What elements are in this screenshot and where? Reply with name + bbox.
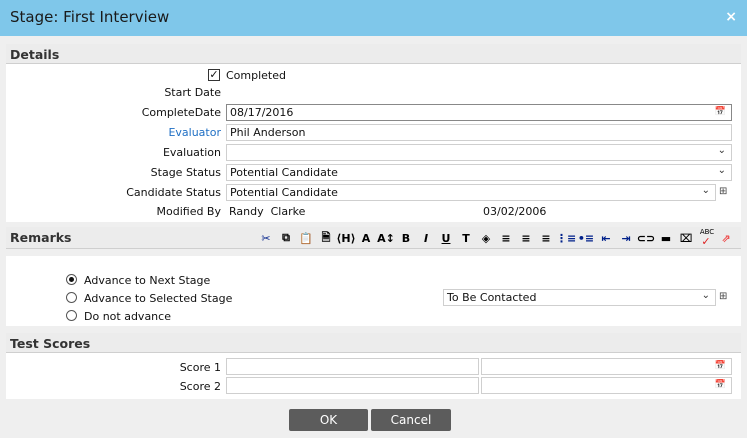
indent-icon[interactable]: ⇥ xyxy=(616,232,636,245)
score-1-input[interactable] xyxy=(226,358,479,375)
stage-status-label: Stage Status xyxy=(150,166,221,179)
modified-by-label: Modified By xyxy=(156,205,222,218)
font-size-icon[interactable]: A↕ xyxy=(376,232,396,245)
copy-icon[interactable]: ⧉ xyxy=(276,231,296,245)
score-1-label: Score 1 xyxy=(179,361,221,374)
calendar-icon[interactable]: 📅 xyxy=(715,107,726,117)
evaluator-input[interactable]: Phil Anderson xyxy=(226,124,732,141)
link-icon[interactable]: ⊂⊃ xyxy=(636,232,656,245)
ok-button[interactable]: OK xyxy=(289,409,368,431)
chevron-down-icon: ⌄ xyxy=(717,165,726,176)
complete-date-input[interactable]: 08/17/2016 📅 xyxy=(226,104,732,121)
heading-icon[interactable]: ⟨H⟩ xyxy=(336,232,356,245)
radio-do-not-advance[interactable] xyxy=(66,310,77,321)
horizontal-rule-icon[interactable]: ▬ xyxy=(656,232,676,245)
paste-text-icon[interactable]: 🗎 xyxy=(316,229,336,248)
clear-format-icon[interactable]: ⌧ xyxy=(676,232,696,245)
modified-by-value: Randy Clarke xyxy=(229,205,306,218)
complete-date-value: 08/17/2016 xyxy=(230,106,294,119)
selected-stage-value: To Be Contacted xyxy=(447,291,537,304)
grid-icon[interactable]: ⊞ xyxy=(719,186,727,197)
dialog-title: Stage: First Interview xyxy=(10,8,170,26)
underline-icon[interactable]: U xyxy=(436,232,456,245)
start-date-label: Start Date xyxy=(164,86,221,99)
chevron-down-icon: ⌄ xyxy=(701,185,710,196)
cancel-button[interactable]: Cancel xyxy=(371,409,451,431)
spellcheck-abc-label: ABC xyxy=(699,228,715,236)
evaluator-value: Phil Anderson xyxy=(230,126,306,139)
cut-icon[interactable]: ✂ xyxy=(256,232,276,245)
completed-checkbox[interactable]: ✓ xyxy=(208,69,220,81)
advance-selected-label: Advance to Selected Stage xyxy=(84,292,233,305)
text-color-icon[interactable]: T xyxy=(456,232,476,245)
candidate-status-value: Potential Candidate xyxy=(230,186,338,199)
do-not-advance-label: Do not advance xyxy=(84,310,171,323)
radio-advance-selected[interactable] xyxy=(66,292,77,303)
italic-icon[interactable]: I xyxy=(416,232,436,245)
ordered-list-icon[interactable]: ⋮≡ xyxy=(556,232,576,245)
selected-stage-select[interactable]: To Be Contacted ⌄ xyxy=(443,289,716,306)
chevron-down-icon: ⌄ xyxy=(701,290,710,301)
background-color-icon[interactable]: ◈ xyxy=(476,232,496,245)
advance-next-label: Advance to Next Stage xyxy=(84,274,211,287)
bold-icon[interactable]: B xyxy=(396,232,416,245)
unordered-list-icon[interactable]: •≡ xyxy=(576,232,596,245)
grid-icon[interactable]: ⊞ xyxy=(719,291,727,302)
score-2-input[interactable] xyxy=(226,377,479,394)
modified-date-value: 03/02/2006 xyxy=(483,205,547,218)
score-2-label: Score 2 xyxy=(179,380,221,393)
outdent-icon[interactable]: ⇤ xyxy=(596,232,616,245)
chevron-down-icon: ⌄ xyxy=(717,145,726,156)
align-center-icon[interactable]: ≡ xyxy=(516,232,536,245)
stage-status-select[interactable]: Potential Candidate ⌄ xyxy=(226,164,732,181)
score-1-date-input[interactable]: 📅 xyxy=(481,358,732,375)
paste-icon[interactable]: 📋 xyxy=(296,232,316,245)
candidate-status-label: Candidate Status xyxy=(126,186,221,199)
evaluation-label: Evaluation xyxy=(162,146,221,159)
align-right-icon[interactable]: ≡ xyxy=(536,232,556,245)
candidate-status-select[interactable]: Potential Candidate ⌄ xyxy=(226,184,716,201)
align-left-icon[interactable]: ≡ xyxy=(496,232,516,245)
close-icon[interactable]: × xyxy=(725,9,737,25)
radio-advance-next[interactable] xyxy=(66,274,77,285)
evaluation-select[interactable]: ⌄ xyxy=(226,144,732,161)
completed-label: Completed xyxy=(226,69,286,82)
test-scores-heading: Test Scores xyxy=(6,333,741,353)
calendar-icon[interactable]: 📅 xyxy=(715,361,726,371)
maximize-icon[interactable]: ⇗ xyxy=(716,232,736,245)
calendar-icon[interactable]: 📅 xyxy=(715,380,726,390)
score-2-date-input[interactable]: 📅 xyxy=(481,377,732,394)
details-heading: Details xyxy=(6,44,741,64)
editor-toolbar: ✂ ⧉ 📋 🗎 ⟨H⟩ A A↕ B I U T ◈ ≡ ≡ ≡ ⋮≡ •≡ ⇤ ⇥ ⊂⊃ ▬ ⌧ ✓ ⇗ xyxy=(256,227,736,249)
font-icon[interactable]: A xyxy=(356,232,376,245)
stage-status-value: Potential Candidate xyxy=(230,166,338,179)
complete-date-label: CompleteDate xyxy=(141,106,221,119)
evaluator-link[interactable]: Evaluator xyxy=(6,126,221,139)
